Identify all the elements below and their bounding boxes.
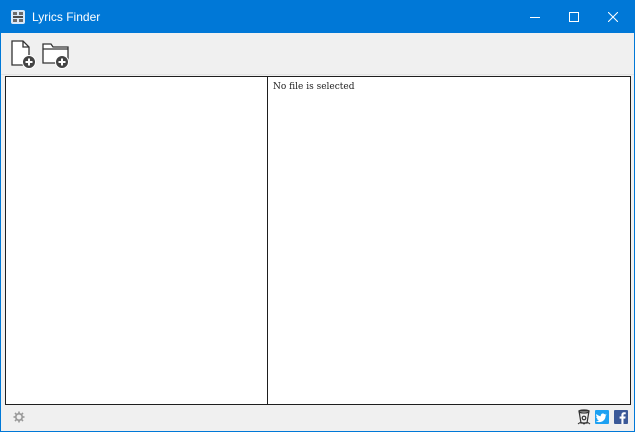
title-bar[interactable]: Lyrics Finder <box>1 1 634 33</box>
twitter-icon[interactable] <box>595 410 609 424</box>
no-file-message: No file is selected <box>273 82 355 92</box>
main-panes: No file is selected <box>5 76 631 405</box>
bitbucket-icon[interactable] <box>576 409 592 426</box>
app-window: Lyrics Finder No file is selected <box>0 0 635 432</box>
status-bar <box>1 405 634 431</box>
toolbar <box>1 33 634 75</box>
window-title: Lyrics Finder <box>32 10 101 24</box>
settings-icon[interactable] <box>13 411 25 423</box>
close-icon <box>608 12 618 22</box>
add-file-button[interactable] <box>9 38 39 70</box>
file-list-pane[interactable] <box>6 77 268 404</box>
maximize-icon <box>569 12 579 22</box>
close-button[interactable] <box>590 1 635 33</box>
lyrics-pane[interactable]: No file is selected <box>269 77 630 404</box>
add-folder-button[interactable] <box>41 38 71 70</box>
add-file-icon <box>11 40 36 69</box>
minimize-icon <box>530 17 540 18</box>
facebook-icon[interactable] <box>614 410 628 424</box>
add-folder-icon <box>42 43 69 69</box>
app-logo-icon <box>10 9 26 25</box>
